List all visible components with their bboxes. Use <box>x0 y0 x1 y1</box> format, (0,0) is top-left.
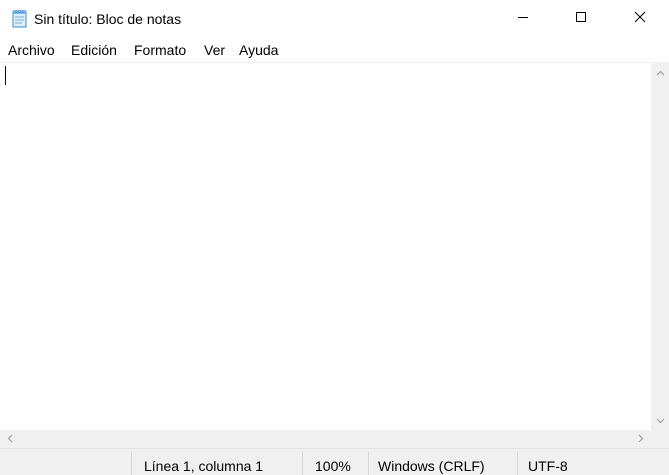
status-divider <box>517 452 518 475</box>
title-bar[interactable]: Sin título: Bloc de notas <box>0 0 669 38</box>
zoom-level: 100% <box>315 458 351 474</box>
line-endings: Windows (CRLF) <box>378 458 485 474</box>
menu-ayuda[interactable]: Ayuda <box>238 41 279 59</box>
status-divider <box>302 452 303 475</box>
notepad-window: Sin título: Bloc de notas Archivo Edició… <box>0 0 669 475</box>
vertical-scrollbar[interactable] <box>651 62 669 430</box>
horizontal-scrollbar[interactable] <box>0 430 651 448</box>
status-divider <box>368 452 369 475</box>
scroll-left-button[interactable] <box>0 430 20 448</box>
minimize-icon <box>517 10 529 28</box>
chevron-left-icon <box>7 430 13 448</box>
status-bar: Línea 1, columna 1 100% Windows (CRLF) U… <box>0 448 669 475</box>
chevron-down-icon <box>656 411 665 429</box>
menu-ver[interactable]: Ver <box>203 41 226 59</box>
menu-archivo[interactable]: Archivo <box>7 41 56 59</box>
scrollbar-corner <box>651 430 669 448</box>
chevron-up-icon <box>656 63 665 81</box>
encoding: UTF-8 <box>528 458 568 474</box>
text-caret <box>5 66 6 85</box>
menu-bar: Archivo Edición Formato Ver Ayuda <box>0 38 669 62</box>
maximize-button[interactable] <box>552 0 610 38</box>
maximize-icon <box>575 10 587 28</box>
close-button[interactable] <box>611 0 669 38</box>
cursor-position: Línea 1, columna 1 <box>144 458 264 474</box>
close-icon <box>634 10 646 28</box>
status-divider <box>131 452 132 475</box>
notepad-icon <box>10 9 29 28</box>
chevron-right-icon <box>638 430 644 448</box>
text-editor-area[interactable] <box>0 62 651 430</box>
scroll-right-button[interactable] <box>631 430 651 448</box>
menu-formato[interactable]: Formato <box>133 41 187 59</box>
minimize-button[interactable] <box>494 0 552 38</box>
menu-edicion[interactable]: Edición <box>70 41 118 59</box>
scroll-down-button[interactable] <box>651 410 669 430</box>
window-title: Sin título: Bloc de notas <box>34 11 182 27</box>
scroll-up-button[interactable] <box>651 62 669 82</box>
